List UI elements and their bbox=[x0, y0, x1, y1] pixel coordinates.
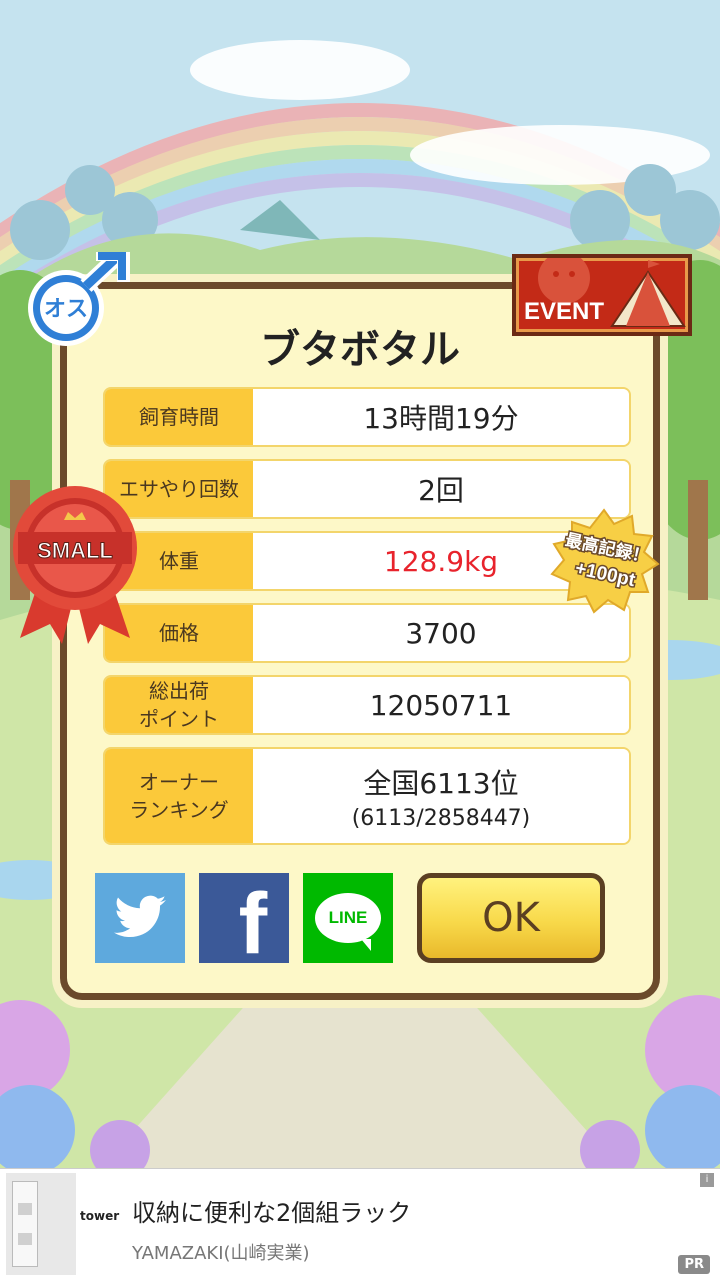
ad-sponsor: YAMAZAKI(山崎実業) bbox=[132, 1243, 310, 1264]
line-bubble-icon: LINE bbox=[315, 893, 381, 951]
facebook-share-button[interactable]: f bbox=[199, 873, 289, 972]
record-badge: 最高記録！ +100pt bbox=[548, 508, 660, 614]
twitter-share-button[interactable] bbox=[95, 873, 185, 963]
ad-title[interactable]: 収納に便利な2個組ラック bbox=[132, 1193, 411, 1228]
event-label: EVENT bbox=[524, 298, 605, 325]
facebook-f-icon: f bbox=[238, 876, 268, 972]
male-symbol-icon: オス bbox=[28, 247, 131, 346]
stat-row-raising-time: 飼育時間 13時間19分 bbox=[105, 389, 629, 445]
stat-value: 12050711 bbox=[253, 677, 629, 733]
ad-thumb-label: tower bbox=[80, 1209, 120, 1223]
stat-label: 飼育時間 bbox=[105, 389, 253, 445]
size-badge-label: SMALL bbox=[37, 538, 113, 563]
size-ribbon-badge: SMALL bbox=[10, 478, 140, 648]
ranking-detail: (6113/2858447) bbox=[351, 805, 531, 831]
twitter-bird-icon bbox=[114, 895, 166, 938]
stat-value: 全国6113位 (6113/2858447) bbox=[253, 749, 629, 843]
award-ribbon-icon: SMALL bbox=[13, 486, 137, 644]
ad-banner[interactable]: tower 収納に便利な2個組ラック YAMAZAKI(山崎実業) i PR bbox=[0, 1168, 720, 1280]
ok-button[interactable]: OK bbox=[417, 873, 605, 963]
line-logo-text: LINE bbox=[328, 908, 368, 927]
stat-value: 13時間19分 bbox=[253, 389, 629, 445]
starburst-icon: 最高記録！ +100pt bbox=[550, 508, 660, 614]
ad-thumbnail[interactable]: tower bbox=[6, 1173, 119, 1275]
event-badge[interactable]: EVENT bbox=[512, 254, 692, 336]
gender-label: オス bbox=[44, 297, 88, 322]
gender-badge: オス bbox=[24, 247, 131, 348]
ranking-value: 全国6113位 bbox=[363, 766, 519, 800]
ad-pr-badge: PR bbox=[678, 1255, 710, 1274]
stat-row-owner-ranking: オーナー ランキング 全国6113位 (6113/2858447) bbox=[105, 749, 629, 843]
stat-label: オーナー ランキング bbox=[105, 749, 253, 843]
pig-result-card: ブタボタル 飼育時間 13時間19分 エサやり回数 2回 体重 128.9kg … bbox=[60, 282, 660, 1000]
stat-row-total-points: 総出荷 ポイント 12050711 bbox=[105, 677, 629, 733]
line-share-button[interactable]: LINE bbox=[303, 873, 393, 963]
background-scene: ブタボタル 飼育時間 13時間19分 エサやり回数 2回 体重 128.9kg … bbox=[0, 0, 720, 1168]
stat-label: 総出荷 ポイント bbox=[105, 677, 253, 733]
ad-info-icon[interactable]: i bbox=[700, 1173, 714, 1187]
